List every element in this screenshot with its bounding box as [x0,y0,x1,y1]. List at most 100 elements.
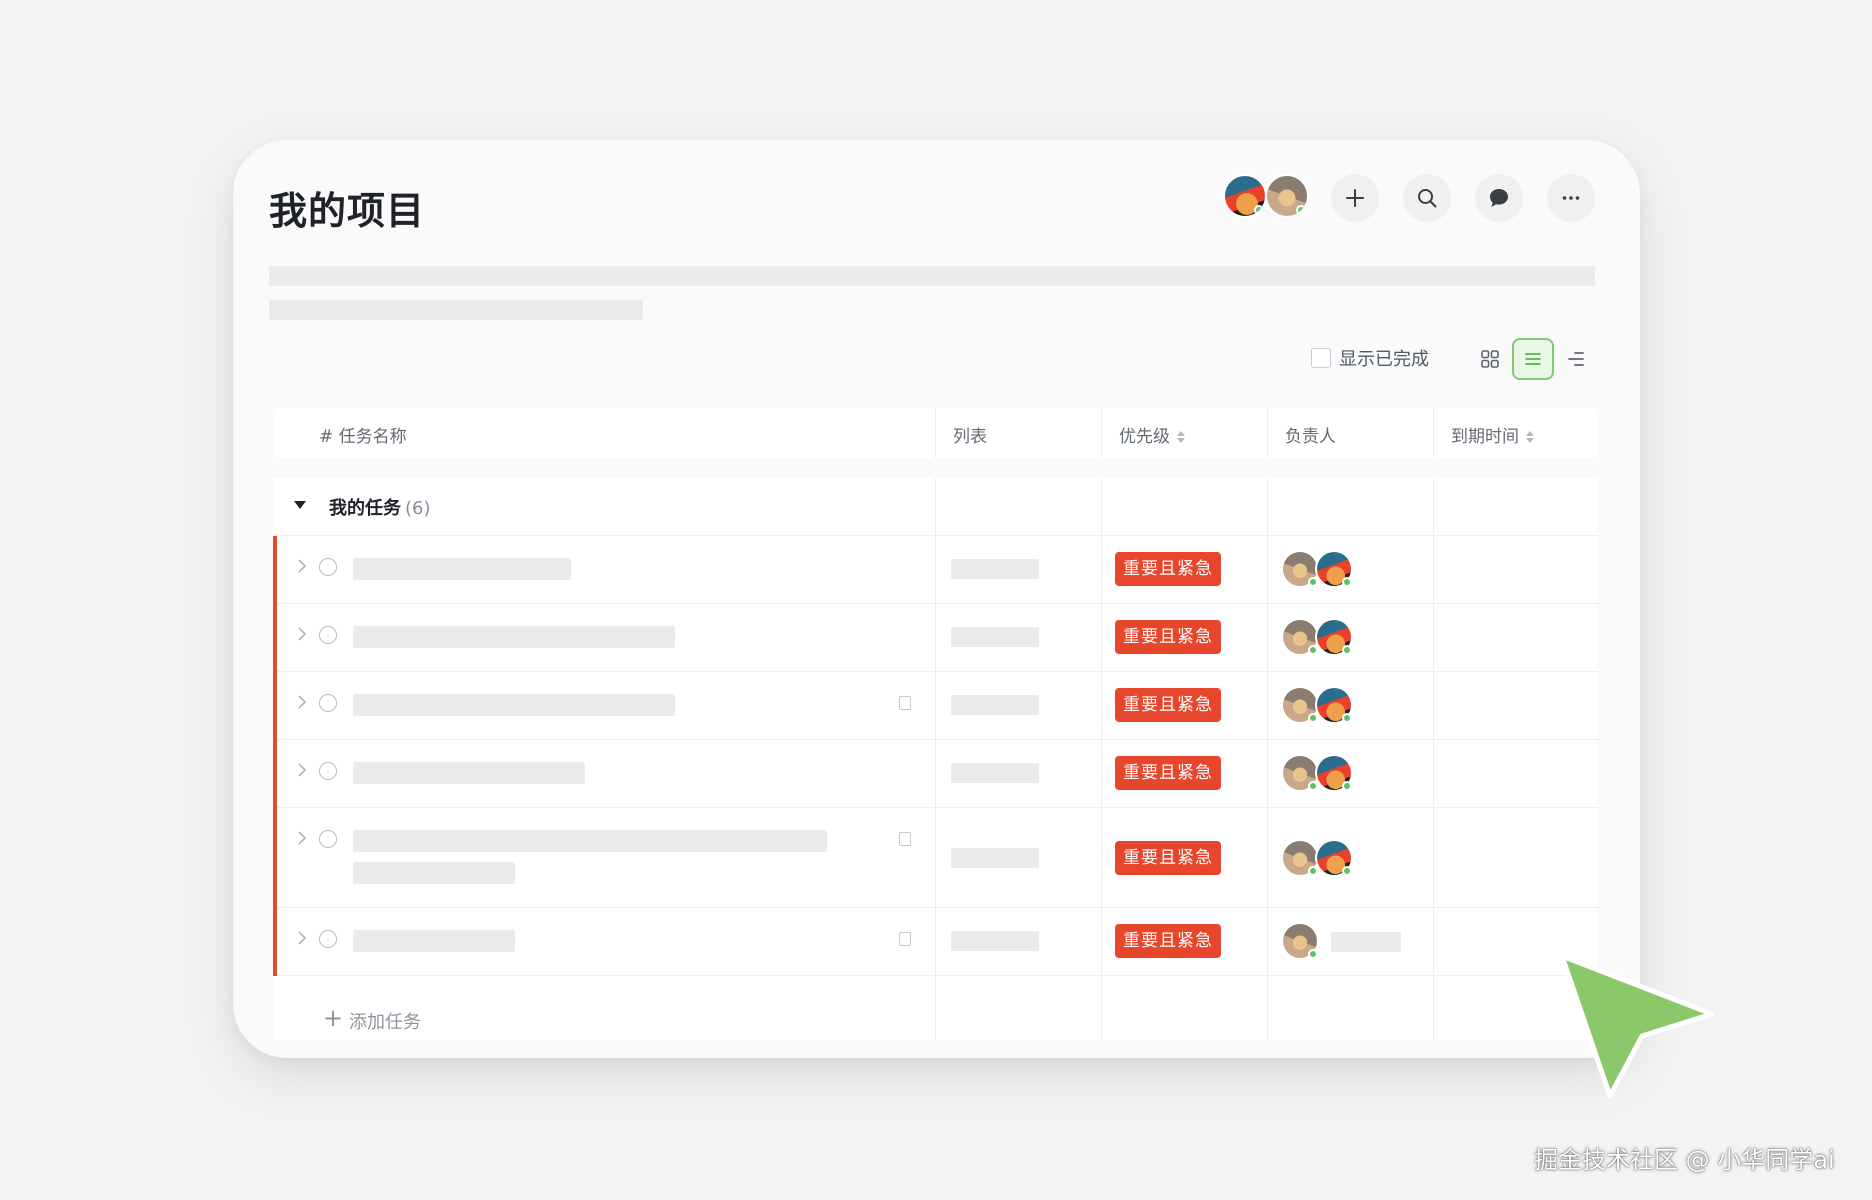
caret-down-icon[interactable] [293,500,307,510]
search-button[interactable] [1403,174,1451,222]
group-name: 我的任务 [329,498,401,519]
column-header-priority[interactable]: 优先级 [1119,422,1186,447]
add-button[interactable] [1331,174,1379,222]
priority-badge[interactable]: 重要且紧急 [1115,688,1221,722]
chevron-right-icon[interactable] [297,762,307,778]
description-placeholder-line [269,300,643,320]
show-completed-checkbox[interactable] [1311,348,1331,368]
column-divider [1433,408,1434,458]
add-task-row[interactable]: + 添加任务 [273,998,1598,1040]
chevron-right-icon[interactable] [297,558,307,574]
column-header-name[interactable]: # 任务名称 [319,422,407,447]
page-title: 我的项目 [269,189,426,233]
online-status-dot [1308,577,1318,587]
task-name-placeholder [353,930,515,952]
priority-badge[interactable]: 重要且紧急 [1115,841,1221,875]
column-header-list[interactable]: 列表 [953,422,987,447]
priority-marker [273,908,277,976]
table-header: # 任务名称 列表 优先级 负责人 到期时间 [273,408,1598,458]
list-view-icon [1525,353,1541,365]
table-row[interactable]: 重要且紧急 [273,908,1598,976]
table-row[interactable]: 重要且紧急 [273,604,1598,672]
assignee-avatar[interactable] [1281,839,1319,877]
add-task-label: 添加任务 [349,1012,421,1033]
description-placeholder-line [269,266,1595,286]
priority-badge[interactable]: 重要且紧急 [1115,756,1221,790]
online-status-dot [1342,645,1352,655]
priority-marker [273,604,277,672]
group-row-my-tasks[interactable]: 我的任务 (6) [273,478,1598,536]
project-card: 我的项目 显示已完成 # 任务名称 列表 优先级 负责人 到期时间 我的任务 (… [233,140,1640,1058]
priority-marker [273,672,277,740]
chevron-right-icon[interactable] [297,626,307,642]
table-row[interactable]: 重要且紧急 [273,808,1598,908]
chat-button[interactable] [1475,174,1523,222]
assignee-name-placeholder [1331,932,1401,952]
column-header-priority-label: 优先级 [1119,427,1170,447]
member-avatar-2[interactable] [1265,174,1309,218]
assignee-avatar[interactable] [1281,550,1319,588]
search-icon [1418,189,1437,208]
online-status-dot [1254,205,1264,215]
task-complete-toggle[interactable] [319,762,337,780]
gantt-view-button[interactable] [1555,338,1597,380]
chevron-right-icon[interactable] [297,930,307,946]
list-placeholder [951,931,1039,951]
more-button[interactable] [1547,174,1595,222]
priority-marker [273,740,277,808]
chevron-right-icon[interactable] [297,830,307,846]
pointer-cursor-icon [1559,953,1715,1099]
list-view-button[interactable] [1512,338,1554,380]
list-placeholder [951,559,1039,579]
online-status-dot [1308,645,1318,655]
priority-badge[interactable]: 重要且紧急 [1115,620,1221,654]
column-header-due[interactable]: 到期时间 [1451,422,1535,447]
assignee-avatar[interactable] [1281,618,1319,656]
list-placeholder [951,848,1039,868]
task-complete-toggle[interactable] [319,930,337,948]
assignee-avatar[interactable] [1315,686,1353,724]
document-icon[interactable] [899,932,911,946]
list-placeholder [951,763,1039,783]
priority-badge[interactable]: 重要且紧急 [1115,924,1221,958]
assignee-avatar[interactable] [1281,686,1319,724]
column-header-due-label: 到期时间 [1451,427,1519,447]
task-complete-toggle[interactable] [319,626,337,644]
watermark: 掘金技术社区 @ 小华同学ai [1534,1146,1835,1174]
group-count: (6) [405,498,431,519]
chat-icon [1490,189,1508,207]
task-name-placeholder [353,762,585,784]
online-status-dot [1308,781,1318,791]
online-status-dot [1342,866,1352,876]
column-header-assignee[interactable]: 负责人 [1285,422,1336,447]
assignee-avatar[interactable] [1315,754,1353,792]
task-complete-toggle[interactable] [319,830,337,848]
assignee-avatar[interactable] [1315,839,1353,877]
document-icon[interactable] [899,696,911,710]
task-name-placeholder [353,694,675,716]
task-name-placeholder [353,626,675,648]
list-placeholder [951,627,1039,647]
document-icon[interactable] [899,832,911,846]
task-name-placeholder [353,558,571,580]
task-complete-toggle[interactable] [319,558,337,576]
assignee-avatar[interactable] [1281,754,1319,792]
member-avatar-1[interactable] [1223,174,1267,218]
online-status-dot [1342,713,1352,723]
sort-icon[interactable] [1525,430,1535,444]
task-complete-toggle[interactable] [319,694,337,712]
priority-badge[interactable]: 重要且紧急 [1115,552,1221,586]
assignee-avatar[interactable] [1281,922,1319,960]
task-name-placeholder [353,830,827,852]
table-row[interactable]: 重要且紧急 [273,740,1598,808]
online-status-dot [1296,205,1306,215]
table-row[interactable]: 重要且紧急 [273,672,1598,740]
chevron-right-icon[interactable] [297,694,307,710]
priority-marker [273,808,277,908]
assignee-avatar[interactable] [1315,550,1353,588]
table-row[interactable]: 重要且紧急 [273,536,1598,604]
online-status-dot [1308,713,1318,723]
board-view-button[interactable] [1469,338,1511,380]
sort-icon[interactable] [1176,430,1186,444]
assignee-avatar[interactable] [1315,618,1353,656]
